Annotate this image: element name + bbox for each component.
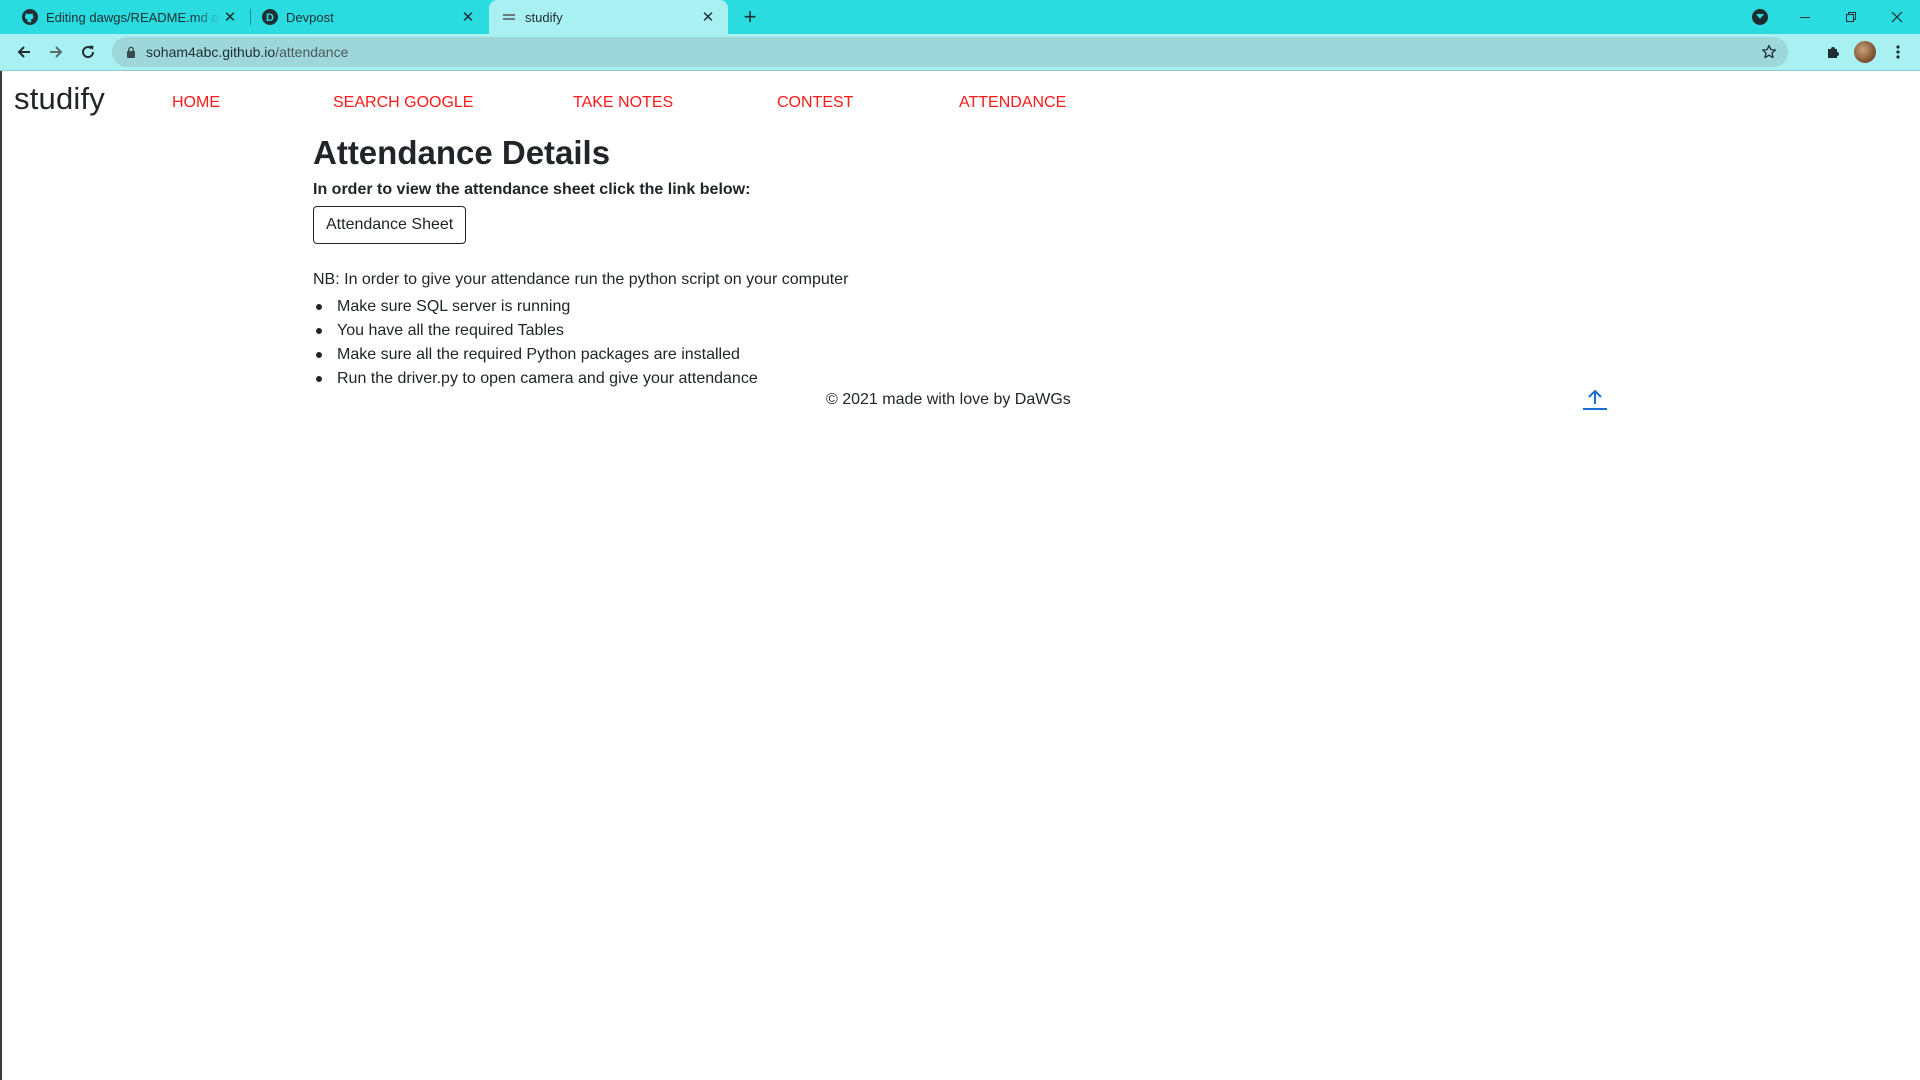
browser-tab-studify[interactable]: studify ✕: [489, 0, 728, 34]
url-text: soham4abc.github.io/attendance: [146, 44, 348, 60]
avatar: [1854, 41, 1876, 63]
browser-tab-github[interactable]: Editing dawgs/README.md at m ✕: [0, 0, 250, 34]
restore-icon[interactable]: [1828, 0, 1874, 34]
list-item-text: Make sure SQL server is running: [337, 298, 571, 315]
more-menu-icon[interactable]: [1886, 40, 1910, 64]
footer-copyright: © 2021 made with love by DaWGs: [826, 391, 1071, 408]
attendance-sheet-button[interactable]: Attendance Sheet: [313, 206, 467, 244]
address-bar[interactable]: soham4abc.github.io/attendance: [112, 37, 1788, 67]
profile-avatar[interactable]: [1853, 40, 1877, 64]
nav-home[interactable]: HOME: [172, 94, 220, 112]
reload-icon[interactable]: [76, 40, 100, 64]
browser-tab-devpost[interactable]: D Devpost ✕: [252, 0, 488, 34]
browser-tabstrip: Editing dawgs/README.md at m ✕ D Devpost…: [0, 0, 1920, 34]
browser-toolbar: soham4abc.github.io/attendance: [0, 34, 1920, 70]
back-to-top-button[interactable]: [1582, 389, 1608, 413]
bullet: [316, 304, 322, 310]
site-brand[interactable]: studify: [14, 81, 105, 117]
bullet: [316, 376, 322, 382]
list-item: You have all the required Tables: [313, 319, 758, 343]
nav-attendance[interactable]: ATTENDANCE: [959, 94, 1066, 112]
github-icon: [22, 9, 38, 25]
list-item: Run the driver.py to open camera and giv…: [313, 367, 758, 391]
tab-title: studify: [525, 9, 563, 25]
lock-icon[interactable]: [124, 45, 138, 59]
close-icon[interactable]: ✕: [458, 7, 478, 27]
extensions-icon[interactable]: [1821, 40, 1845, 64]
minimize-icon[interactable]: [1782, 0, 1828, 34]
nav-search-google[interactable]: SEARCH GOOGLE: [333, 94, 473, 112]
svg-text:D: D: [266, 12, 274, 24]
nav-contest[interactable]: CONTEST: [777, 94, 853, 112]
close-icon[interactable]: ✕: [698, 7, 718, 27]
instructions-list: Make sure SQL server is running You have…: [313, 295, 758, 391]
list-item-text: Run the driver.py to open camera and giv…: [337, 370, 758, 387]
bullet: [316, 328, 322, 334]
new-tab-button[interactable]: +: [738, 4, 762, 29]
window-close-icon[interactable]: [1874, 0, 1920, 34]
list-item: Make sure SQL server is running: [313, 295, 758, 319]
tab-separator: [250, 9, 251, 25]
nav-take-notes[interactable]: TAKE NOTES: [573, 94, 673, 112]
tab-title: Devpost: [286, 9, 334, 25]
url-path: /attendance: [275, 44, 349, 60]
page-content: studify HOME SEARCH GOOGLE TAKE NOTES CO…: [2, 71, 1920, 1080]
list-item-text: You have all the required Tables: [337, 322, 564, 339]
instructions-note: NB: In order to give your attendance run…: [313, 271, 849, 288]
list-item-text: Make sure all the required Python packag…: [337, 346, 740, 363]
close-icon[interactable]: ✕: [220, 7, 240, 27]
url-host: soham4abc.github.io: [146, 44, 276, 60]
bullet: [316, 352, 322, 358]
devpost-icon: D: [262, 9, 278, 25]
tab-title: Editing dawgs/README.md at m: [46, 9, 220, 25]
tab-search-icon[interactable]: [1752, 9, 1768, 25]
arrow-up-icon: [1582, 387, 1608, 416]
forward-icon[interactable]: [44, 40, 68, 64]
back-icon[interactable]: [12, 40, 36, 64]
page-icon: [501, 9, 517, 25]
intro-text: In order to view the attendance sheet cl…: [313, 181, 751, 198]
page-title: Attendance Details: [313, 134, 611, 171]
list-item: Make sure all the required Python packag…: [313, 343, 758, 367]
bookmark-star-icon[interactable]: [1760, 43, 1778, 61]
